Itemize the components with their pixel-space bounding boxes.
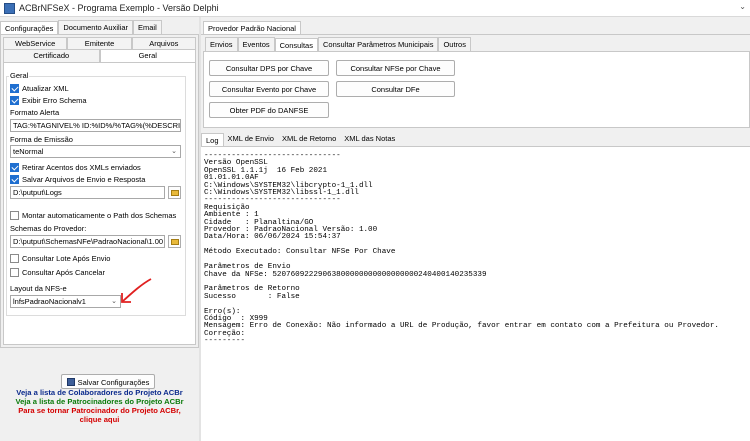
tab-eventos[interactable]: Eventos bbox=[237, 37, 275, 51]
folder-icon[interactable] bbox=[168, 186, 181, 199]
tab-configuracoes[interactable]: Configurações bbox=[0, 21, 59, 35]
formato-alerta-input[interactable]: TAG:%TAGNIVEL% ID:%ID%/%TAG%(%DESCRI bbox=[10, 119, 181, 132]
subtab-certificado[interactable]: Certificado bbox=[3, 49, 100, 62]
salvar-configuracoes-button[interactable]: Salvar Configurações bbox=[61, 374, 155, 389]
subtab-webservice[interactable]: WebService bbox=[3, 37, 68, 49]
tab-xml-retorno[interactable]: XML de Retorno bbox=[278, 132, 340, 146]
tab-xml-envio[interactable]: XML de Envio bbox=[224, 132, 278, 146]
tab-xml-notas[interactable]: XML das Notas bbox=[340, 132, 399, 146]
subtab-arquivos[interactable]: Arquivos bbox=[131, 37, 196, 49]
forma-emissao-value: teNormal bbox=[13, 147, 44, 156]
group-title: Geral bbox=[9, 71, 30, 80]
clique-aqui-link[interactable]: clique aqui bbox=[0, 415, 199, 424]
tornar-patrocinador-link[interactable]: Para se tornar Patrocinador do Projeto A… bbox=[0, 406, 199, 415]
arrow-annotation-icon bbox=[121, 278, 152, 303]
subtab-emitente[interactable]: Emitente bbox=[67, 37, 132, 49]
forma-emissao-label: Forma de Emissão bbox=[10, 135, 73, 144]
colaboradores-link[interactable]: Veja a lista de Colaboradores do Projeto… bbox=[0, 388, 199, 397]
tab-log[interactable]: Log bbox=[201, 133, 224, 147]
layout-select[interactable]: lnfsPadraoNacionalv1 ⌄ bbox=[10, 295, 121, 308]
app-icon bbox=[4, 3, 15, 14]
folder-icon[interactable] bbox=[168, 235, 181, 248]
atualizar-xml-checkbox[interactable]: Atualizar XML bbox=[10, 84, 69, 93]
retirar-acentos-checkbox[interactable]: Retirar Acentos dos XMLs enviados bbox=[10, 163, 141, 172]
log-memo[interactable]: ------------------------------ Versão Op… bbox=[201, 146, 750, 441]
consultar-nfse-button[interactable]: Consultar NFSe por Chave bbox=[336, 60, 455, 76]
log-tabs: Log XML de Envio XML de Retorno XML das … bbox=[201, 132, 399, 147]
schemas-label: Schemas do Provedor: bbox=[10, 224, 87, 233]
subtab-geral[interactable]: Geral bbox=[99, 49, 196, 62]
chevron-down-icon: ⌄ bbox=[171, 148, 177, 155]
schemas-input[interactable]: D:\putput\SchemasNFe\PadraoNacional\1.00 bbox=[10, 235, 165, 248]
tab-consultar-parametros[interactable]: Consultar Parâmetros Municipais bbox=[317, 37, 439, 51]
patrocinadores-link[interactable]: Veja a lista de Patrocinadores do Projet… bbox=[0, 397, 199, 406]
tab-consultas[interactable]: Consultas bbox=[274, 38, 318, 52]
config-subtabs: WebService Emitente Arquivos Certificado… bbox=[3, 37, 196, 63]
left-top-tabs: Configurações Documento Auxiliar Email bbox=[0, 20, 199, 35]
tab-envios[interactable]: Envios bbox=[205, 37, 238, 51]
chevron-down-icon: ⌄ bbox=[111, 298, 117, 305]
consultar-dfe-button[interactable]: Consultar DFe bbox=[336, 81, 455, 97]
operation-tabs: Envios Eventos Consultas Consultar Parâm… bbox=[205, 37, 471, 52]
montar-path-checkbox[interactable]: Montar automaticamente o Path dos Schema… bbox=[10, 211, 176, 220]
consultar-lote-checkbox[interactable]: Consultar Lote Após Envio bbox=[10, 254, 110, 263]
window-title: ACBrNFSeX - Programa Exemplo - Versão De… bbox=[19, 3, 219, 13]
tab-documento-auxiliar[interactable]: Documento Auxiliar bbox=[58, 20, 133, 34]
consultar-dps-button[interactable]: Consultar DPS por Chave bbox=[209, 60, 329, 76]
formato-alerta-label: Formato Alerta bbox=[10, 108, 60, 117]
obter-pdf-button[interactable]: Obter PDF do DANFSE bbox=[209, 102, 329, 118]
title-bar: ACBrNFSeX - Programa Exemplo - Versão De… bbox=[0, 0, 750, 17]
layout-label: Layout da NFS-e bbox=[10, 284, 67, 293]
tab-provedor-padrao-nacional[interactable]: Provedor Padrão Nacional bbox=[203, 21, 301, 35]
layout-value: lnfsPadraoNacionalv1 bbox=[13, 297, 86, 306]
chevron-down-icon[interactable]: ⌄ bbox=[739, 2, 746, 11]
links-block: Veja a lista de Colaboradores do Projeto… bbox=[0, 388, 199, 424]
consultar-evento-button[interactable]: Consultar Evento por Chave bbox=[209, 81, 329, 97]
tab-outros[interactable]: Outros bbox=[438, 37, 471, 51]
tab-email[interactable]: Email bbox=[133, 20, 162, 34]
exibir-erro-checkbox[interactable]: Exibir Erro Schema bbox=[10, 96, 87, 105]
forma-emissao-select[interactable]: teNormal ⌄ bbox=[10, 145, 181, 158]
path-logs-input[interactable]: D:\putput\Logs bbox=[10, 186, 165, 199]
salvar-arquivos-checkbox[interactable]: Salvar Arquivos de Envio e Resposta bbox=[10, 175, 145, 184]
provedor-tabs: Provedor Padrão Nacional bbox=[203, 20, 301, 35]
save-icon bbox=[66, 378, 75, 386]
consultar-cancelar-checkbox[interactable]: Consultar Após Cancelar bbox=[10, 268, 105, 277]
